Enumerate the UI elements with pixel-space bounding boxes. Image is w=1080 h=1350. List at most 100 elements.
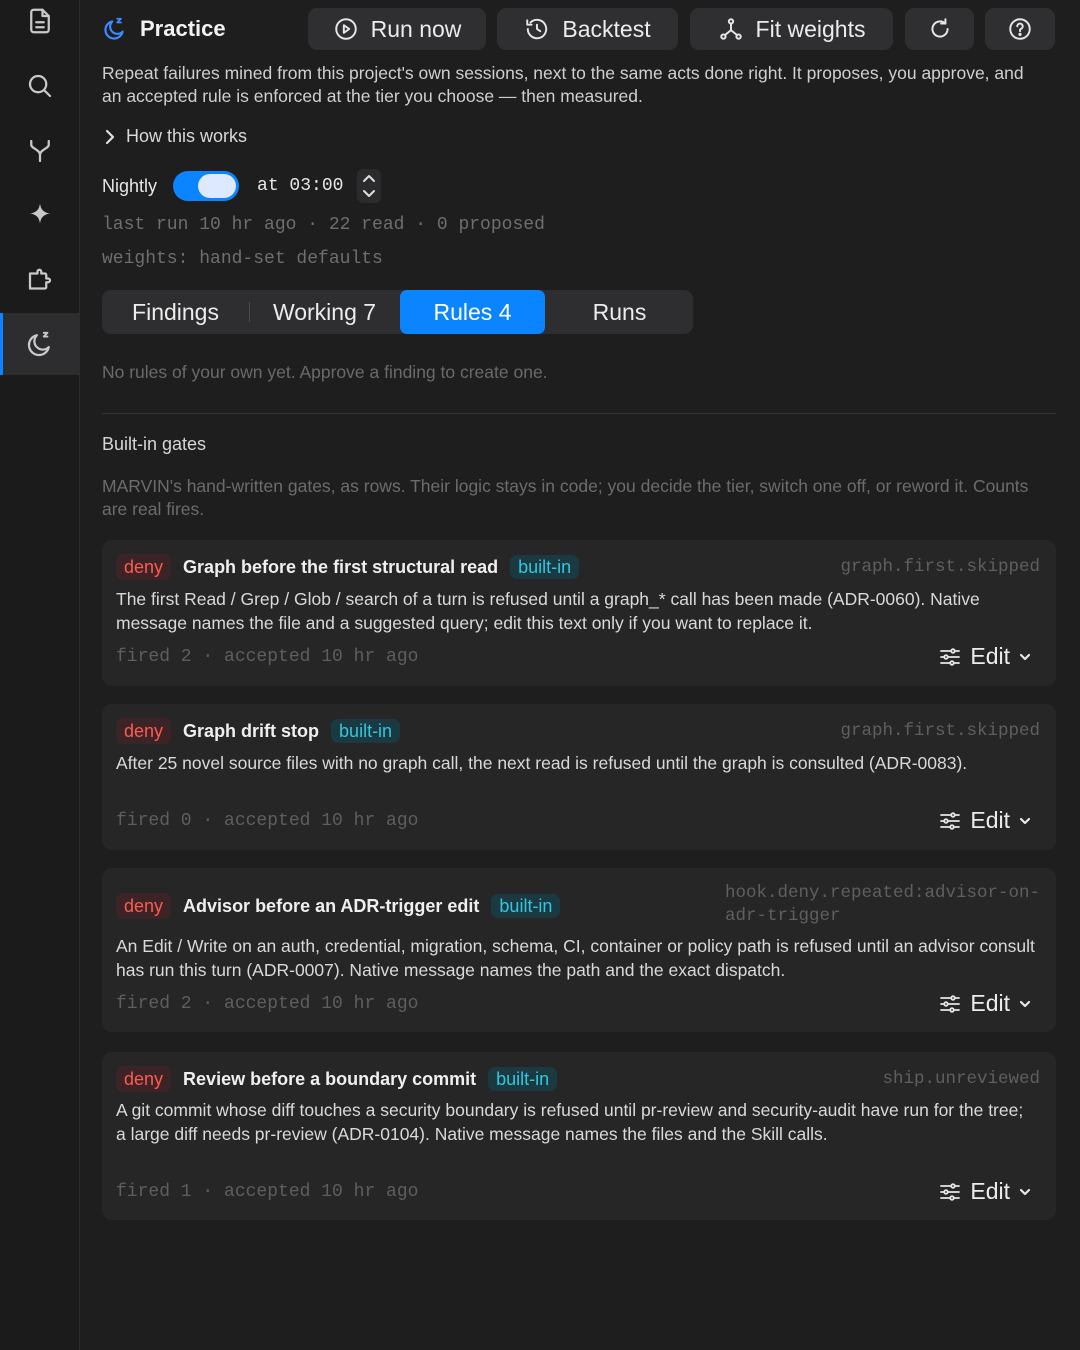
rail-item-assistant[interactable] <box>0 185 80 247</box>
chevron-down-icon <box>1019 817 1031 824</box>
rule-stats: fired 0 · accepted 10 hr ago <box>116 811 419 831</box>
history-icon <box>526 18 548 40</box>
rule-title: Advisor before an ADR-trigger edit <box>183 895 480 916</box>
rule-key: graph.first.skipped <box>840 721 1040 741</box>
rule-key: ship.unreviewed <box>882 1069 1040 1089</box>
rule-description: After 25 novel source files with no grap… <box>116 753 968 773</box>
rail-item-search[interactable] <box>0 55 80 117</box>
rule-title: Graph before the first structural read <box>183 556 499 577</box>
edit-button[interactable]: Edit <box>938 807 1032 834</box>
edit-button[interactable]: Edit <box>938 1178 1032 1205</box>
rule-header: deny Advisor before an ADR-trigger edit … <box>116 893 561 919</box>
nightly-toggle[interactable] <box>173 171 240 201</box>
sparkle-icon <box>30 203 50 224</box>
sliders-icon <box>940 1182 961 1201</box>
chevron-down-icon <box>363 190 376 197</box>
tab-working[interactable]: Working 7 <box>250 290 399 334</box>
rule-key-line: adr-trigger <box>724 906 841 926</box>
rule-stats: fired 2 · accepted 10 hr ago <box>116 647 419 667</box>
backtest-label: Backtest <box>562 15 651 42</box>
practice-moon-icon <box>104 17 124 40</box>
tab-rules[interactable]: Rules 4 <box>400 290 545 334</box>
sliders-icon <box>940 811 961 830</box>
builtin-badge: built-in <box>331 719 401 743</box>
edit-label: Edit <box>970 990 1010 1016</box>
rule-stats: fired 2 · accepted 10 hr ago <box>116 994 419 1014</box>
nightly-label: Nightly <box>102 175 158 196</box>
search-icon <box>28 74 52 98</box>
rule-description: An Edit / Write on an auth, credential, … <box>116 936 1035 980</box>
tier-badge: deny <box>116 554 172 580</box>
rule-title: Review before a boundary commit <box>183 1068 477 1089</box>
icon-rail <box>0 0 80 1350</box>
edit-label: Edit <box>970 643 1010 669</box>
run-now-label: Run now <box>370 15 462 42</box>
weights-status: weights: hand-set defaults <box>102 249 383 269</box>
rule-stats: fired 1 · accepted 10 hr ago <box>116 1182 419 1202</box>
help-icon <box>1009 18 1031 40</box>
section-divider <box>102 413 1056 414</box>
rule-description: A git commit whose diff touches a securi… <box>116 1100 1024 1144</box>
rail-item-documents[interactable] <box>0 0 80 52</box>
rule-title: Graph drift stop <box>183 720 320 741</box>
rule-key: hook.deny.repeated:advisor-on- adr-trigg… <box>725 882 1040 928</box>
practice-moon-icon <box>27 331 50 357</box>
sliders-icon <box>940 647 961 666</box>
fit-weights-label: Fit weights <box>755 15 866 42</box>
builtin-gates-title: Built-in gates <box>102 434 207 454</box>
schedule-row: Nightly at 03:00 <box>102 169 382 203</box>
rule-card: deny Graph drift stop built-in graph.fir… <box>102 704 1056 850</box>
rule-key-line: hook.deny.repeated:advisor-on- <box>724 883 1040 903</box>
backtest-button[interactable]: Backtest <box>497 8 678 50</box>
toggle-knob <box>198 174 237 198</box>
page-title: Practice <box>140 16 226 41</box>
plugin-icon <box>28 268 52 290</box>
rule-card: deny Graph before the first structural r… <box>102 540 1056 686</box>
refresh-button[interactable] <box>905 8 974 50</box>
edit-label: Edit <box>970 807 1010 833</box>
rule-key: graph.first.skipped <box>840 557 1040 577</box>
fit-weights-button[interactable]: Fit weights <box>690 8 893 50</box>
empty-rules-message: No rules of your own yet. Approve a find… <box>102 362 548 382</box>
chevron-up-icon <box>363 175 376 182</box>
tier-badge: deny <box>116 718 172 744</box>
time-stepper[interactable] <box>357 169 382 203</box>
edit-button[interactable]: Edit <box>938 990 1032 1017</box>
builtin-badge: built-in <box>510 555 580 579</box>
rule-header: deny Review before a boundary commit bui… <box>116 1066 558 1092</box>
builtin-gates-description: MARVIN's hand-written gates, as rows. Th… <box>102 476 1029 519</box>
edit-label: Edit <box>970 1178 1010 1204</box>
edit-button[interactable]: Edit <box>938 643 1032 670</box>
chevron-down-icon <box>1019 653 1031 660</box>
branch-icon <box>30 139 50 163</box>
rail-item-practice[interactable] <box>0 313 80 375</box>
rule-header: deny Graph drift stop built-in <box>116 718 401 744</box>
app-window: Practice Run now Backtest Fit weights Re… <box>0 0 1080 1350</box>
chevron-right-icon <box>105 129 115 144</box>
rule-header: deny Graph before the first structural r… <box>116 554 580 580</box>
toolbar: Practice Run now Backtest Fit weights <box>102 6 1056 52</box>
chevron-down-icon <box>1019 1188 1031 1195</box>
intro-text: Repeat failures mined from this project'… <box>102 63 1024 106</box>
document-icon <box>30 8 50 34</box>
schedule-time: at 03:00 <box>257 176 344 196</box>
tab-bar: Findings Working 7 Rules 4 Runs <box>102 290 693 334</box>
tab-runs[interactable]: Runs <box>546 290 693 334</box>
rail-item-branches[interactable] <box>0 120 80 182</box>
how-this-works-label: How this works <box>126 126 248 146</box>
refresh-icon <box>930 18 949 38</box>
builtin-badge: built-in <box>488 1067 558 1091</box>
last-run-status: last run 10 hr ago · 22 read · 0 propose… <box>102 215 545 235</box>
chevron-down-icon <box>1019 1000 1031 1007</box>
tier-badge: deny <box>116 893 172 919</box>
rule-card: deny Review before a boundary commit bui… <box>102 1052 1056 1220</box>
help-button[interactable] <box>985 8 1055 50</box>
rail-item-plugins[interactable] <box>0 250 80 312</box>
how-this-works-link[interactable]: How this works <box>102 126 247 147</box>
tab-findings[interactable]: Findings <box>102 290 249 334</box>
page-title-group: Practice <box>102 16 226 42</box>
tier-badge: deny <box>116 1066 172 1092</box>
run-now-button[interactable]: Run now <box>308 8 486 50</box>
sliders-icon <box>940 994 961 1013</box>
network-icon <box>719 18 742 40</box>
